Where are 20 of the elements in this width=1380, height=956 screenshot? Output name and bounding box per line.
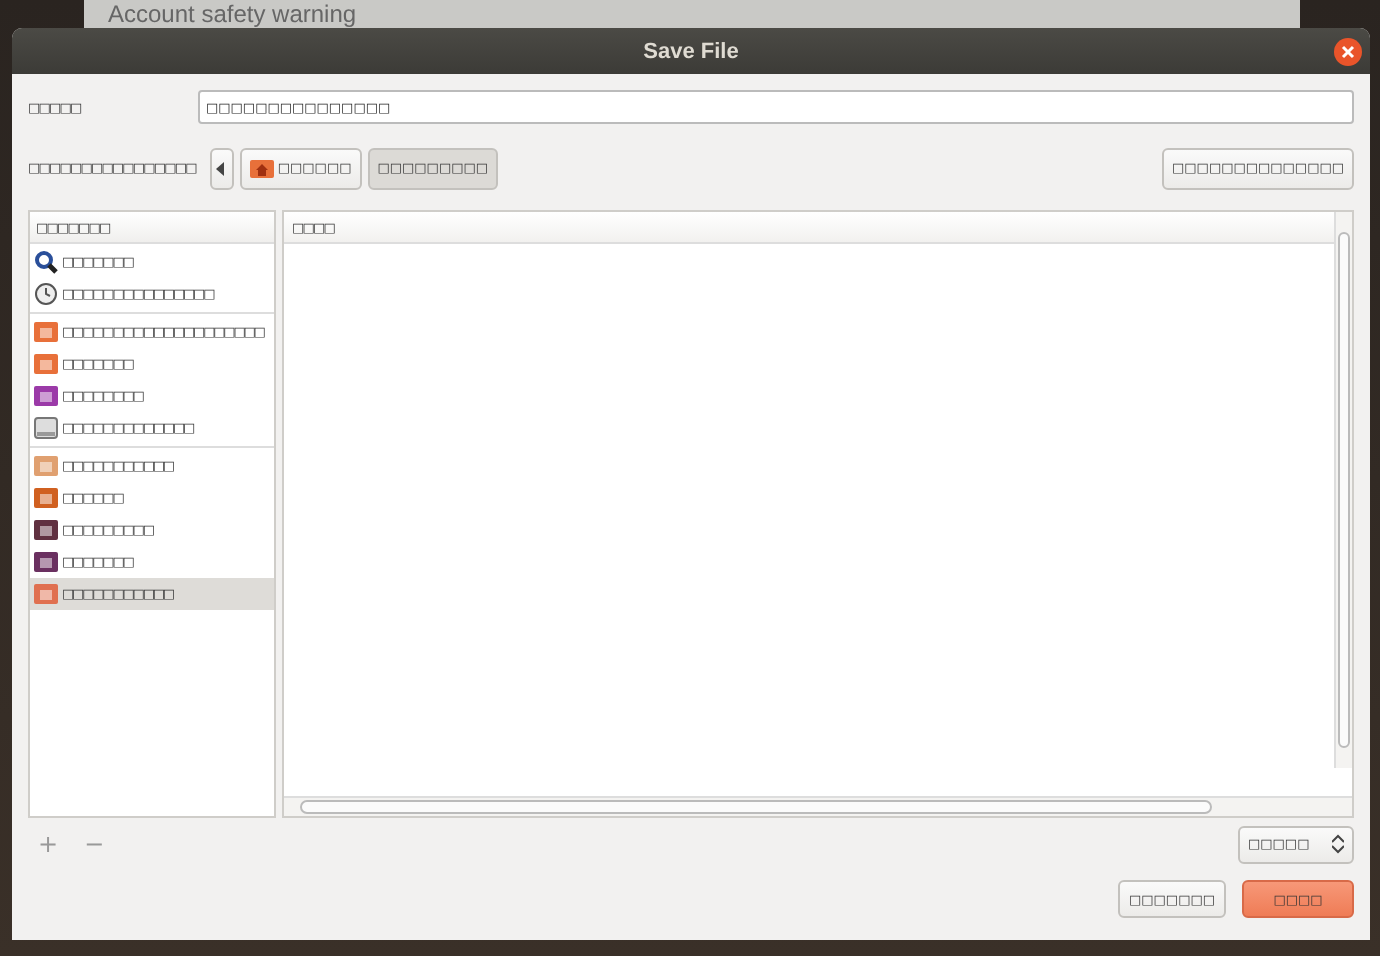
search-icon xyxy=(34,250,58,274)
folder-icon xyxy=(34,454,58,478)
updown-icon xyxy=(1332,834,1344,854)
folder-icon xyxy=(34,582,58,606)
close-icon[interactable] xyxy=(1334,38,1362,66)
clock-icon xyxy=(34,282,58,306)
back-button[interactable] xyxy=(209,147,234,189)
folder-icon xyxy=(34,518,58,542)
horizontal-scrollbar[interactable] xyxy=(284,796,1352,816)
folder-icon xyxy=(34,352,58,376)
folder-icon xyxy=(34,384,58,408)
home-folder-icon xyxy=(249,158,274,178)
folder-icon xyxy=(34,550,58,574)
vertical-scrollbar[interactable] xyxy=(1334,212,1352,768)
left-arrow-icon xyxy=(216,161,227,175)
folder-icon xyxy=(34,486,58,510)
background-window-title: Account safety warning xyxy=(108,0,357,28)
folder-icon xyxy=(34,320,58,344)
drive-icon xyxy=(34,416,58,440)
window-title: Save File xyxy=(643,39,739,63)
